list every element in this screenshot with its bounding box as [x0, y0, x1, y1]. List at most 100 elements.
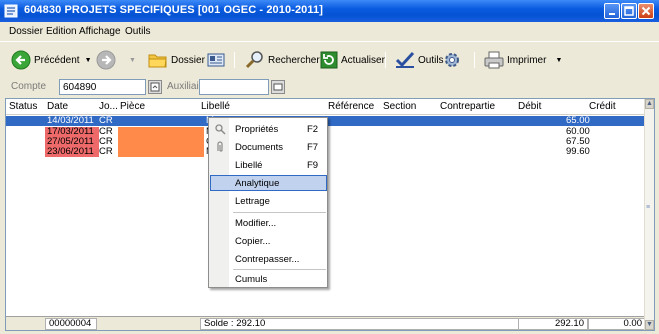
row-date: 14/03/2011 — [47, 115, 94, 126]
col-reference[interactable]: Référence — [328, 101, 374, 112]
menu-item-label: Propriétés — [235, 124, 279, 135]
grid-footer: 00000004 Solde : 292.10 292.10 0.00 — [6, 316, 646, 330]
actualiser-button[interactable]: Actualiser — [320, 50, 385, 70]
vertical-scrollbar[interactable]: ▲ ≡ ▼ — [644, 99, 654, 330]
scroll-grip-icon[interactable]: ≡ — [646, 204, 650, 211]
outils-button[interactable]: Outils — [395, 50, 444, 70]
journal-icon — [4, 4, 18, 18]
card-icon — [207, 53, 225, 67]
menu-item-contrepasser[interactable]: Contrepasser... — [210, 251, 327, 267]
chevron-down-icon[interactable]: ▼ — [129, 57, 136, 64]
menu-item-label: Libellé — [235, 160, 263, 171]
col-contrepartie[interactable]: Contrepartie — [440, 101, 495, 112]
chevron-down-icon[interactable]: ▼ — [555, 57, 562, 64]
compte-lookup-button[interactable] — [148, 80, 162, 94]
previous-label: Précédent — [34, 54, 80, 66]
next-button[interactable]: ▼ — [96, 50, 136, 70]
gear-icon — [445, 53, 459, 67]
back-arrow-icon — [11, 50, 31, 70]
auxiliaire-lookup-button[interactable] — [271, 80, 285, 94]
menu-dossier[interactable]: Dossier — [9, 26, 43, 37]
close-button[interactable] — [638, 3, 654, 19]
menu-item-libelle[interactable]: Libellé F9 — [210, 157, 327, 173]
row-journal: CR — [99, 115, 113, 126]
menu-item-label: Copier... — [235, 236, 271, 247]
menu-outils[interactable]: Outils — [125, 26, 151, 37]
row-debit: 99.60 — [566, 146, 590, 157]
total-credit: 0.00 — [588, 318, 646, 330]
refresh-icon — [320, 51, 338, 69]
toolbar-separator — [234, 52, 235, 68]
previous-button[interactable]: Précédent ▼ — [11, 50, 92, 70]
menu-separator — [233, 212, 326, 213]
settings-button[interactable] — [443, 50, 461, 70]
search-icon — [245, 51, 263, 69]
menu-shortcut: F2 — [307, 124, 319, 135]
scroll-up-icon[interactable]: ▲ — [645, 99, 654, 109]
col-date[interactable]: Date — [47, 101, 68, 112]
auxiliaire-input[interactable] — [199, 79, 269, 95]
menu-item-analytique[interactable]: Analytique — [210, 175, 327, 191]
context-menu: Propriétés F2 Documents F7 Libellé F9 An… — [208, 117, 328, 288]
total-debit: 292.10 — [518, 318, 588, 330]
rechercher-button[interactable]: Rechercher — [245, 50, 320, 70]
menu-item-cumuls[interactable]: Cumuls — [210, 271, 327, 287]
compte-label: Compte — [11, 81, 47, 92]
row-piece — [118, 137, 204, 147]
maximize-icon — [624, 6, 634, 16]
row-count: 00000004 — [45, 318, 97, 330]
row-piece — [118, 147, 204, 157]
menu-bar: Dossier Edition Affichage Outils — [0, 22, 659, 41]
minimize-icon — [609, 13, 615, 15]
menu-separator — [233, 269, 326, 270]
col-piece[interactable]: Pièce — [120, 101, 145, 112]
menu-shortcut: F7 — [307, 142, 319, 153]
menu-shortcut: F9 — [307, 160, 319, 171]
checkmark-tools-icon — [395, 51, 415, 68]
row-debit: 65.00 — [566, 115, 590, 126]
toolbar-separator — [474, 52, 475, 68]
filter-bar: Compte 604890 Auxiliaire — [0, 76, 659, 98]
menu-item-label: Cumuls — [235, 274, 268, 285]
printer-icon — [484, 51, 504, 69]
imprimer-label: Imprimer — [507, 54, 547, 66]
menu-item-lettrage[interactable]: Lettrage — [210, 193, 327, 209]
chevron-down-icon[interactable]: ▼ — [85, 57, 92, 64]
imprimer-button[interactable]: Imprimer ▼ — [484, 50, 562, 70]
outils-label: Outils — [418, 54, 444, 66]
menu-item-label: Contrepasser... — [235, 254, 300, 265]
menu-item-copier[interactable]: Copier... — [210, 233, 327, 249]
minimize-button[interactable] — [604, 3, 620, 19]
col-section[interactable]: Section — [383, 101, 416, 112]
col-status[interactable]: Status — [9, 101, 37, 112]
col-libelle[interactable]: Libellé — [201, 101, 230, 112]
menu-affichage[interactable]: Affichage — [79, 26, 121, 37]
maximize-button[interactable] — [621, 3, 637, 19]
scroll-down-icon[interactable]: ▼ — [645, 320, 654, 330]
lookup-icon — [150, 82, 160, 92]
menu-edition[interactable]: Edition — [46, 26, 77, 37]
window-title: 604830 PROJETS SPECIFIQUES [001 OGEC - 2… — [24, 4, 323, 16]
menu-item-documents[interactable]: Documents F7 — [210, 139, 327, 155]
lookup-icon — [273, 83, 283, 91]
compte-input[interactable]: 604890 — [59, 79, 146, 95]
row-date: 23/06/2011 — [45, 147, 99, 157]
menu-item-label: Lettrage — [235, 196, 270, 207]
title-bar: 604830 PROJETS SPECIFIQUES [001 OGEC - 2… — [0, 0, 659, 22]
dossier-button[interactable]: Dossier — [148, 50, 205, 70]
toolbar-separator — [385, 52, 386, 68]
forward-arrow-icon — [96, 50, 116, 70]
menu-item-modifier[interactable]: Modifier... — [210, 215, 327, 231]
close-icon — [641, 6, 651, 16]
col-journal[interactable]: Jo... — [99, 101, 118, 112]
menu-item-label: Analytique — [235, 178, 280, 189]
menu-item-proprietes[interactable]: Propriétés F2 — [210, 121, 327, 137]
paperclip-icon — [217, 141, 223, 152]
entries-grid[interactable]: Status Date Jo... Pièce Libellé Référenc… — [5, 98, 655, 331]
col-debit[interactable]: Débit — [518, 101, 541, 112]
menu-item-label: Documents — [235, 142, 284, 153]
grid-header: Status Date Jo... Pièce Libellé Référenc… — [6, 99, 646, 115]
card-view-button[interactable] — [207, 50, 225, 70]
actualiser-label: Actualiser — [341, 54, 385, 66]
col-credit[interactable]: Crédit — [589, 101, 616, 112]
